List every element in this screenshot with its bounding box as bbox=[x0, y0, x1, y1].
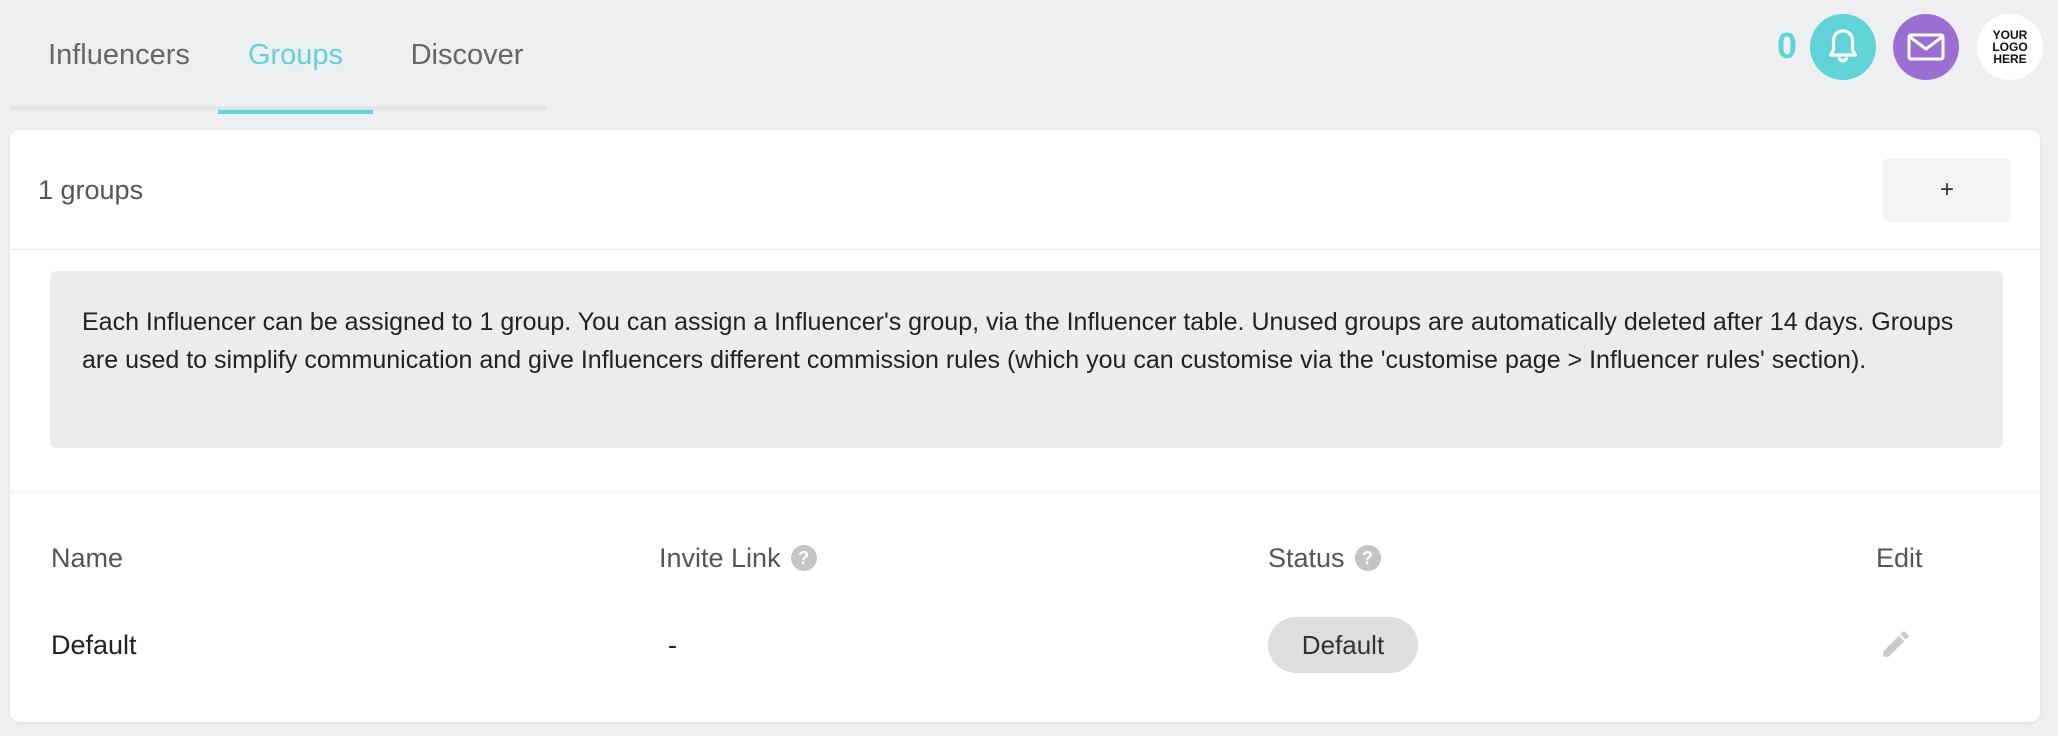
mail-icon bbox=[1907, 33, 1945, 61]
column-header-label: Status bbox=[1268, 542, 1345, 573]
tab-groups[interactable]: Groups bbox=[218, 0, 373, 114]
account-logo-button[interactable]: YOUR LOGO HERE bbox=[1977, 14, 2043, 80]
top-bar: Influencers Groups Discover 0 YOUR LOGO … bbox=[0, 0, 2058, 130]
tab-bar: Influencers Groups Discover bbox=[10, 0, 546, 114]
messages-button[interactable] bbox=[1893, 14, 1959, 80]
notifications-button[interactable] bbox=[1810, 14, 1876, 80]
column-header-invite-link: Invite Link ? bbox=[659, 533, 817, 583]
column-header-label: Edit bbox=[1876, 542, 1923, 573]
group-count-label: 1 groups bbox=[38, 174, 144, 205]
groups-card-header: 1 groups + bbox=[10, 130, 2040, 250]
add-group-button[interactable]: + bbox=[1883, 158, 2011, 222]
status-badge: Default bbox=[1268, 617, 1418, 673]
column-header-label: Invite Link bbox=[659, 542, 781, 573]
bell-icon bbox=[1828, 29, 1858, 63]
help-icon[interactable]: ? bbox=[1354, 545, 1381, 571]
groups-card: 1 groups + Each Influencer can be assign… bbox=[10, 130, 2040, 722]
group-name-cell: Default bbox=[51, 629, 137, 660]
column-header-name: Name bbox=[51, 533, 123, 583]
tab-influencers[interactable]: Influencers bbox=[10, 0, 228, 110]
groups-info-text: Each Influencer can be assigned to 1 gro… bbox=[50, 271, 2003, 448]
invite-link-cell: - bbox=[668, 629, 677, 660]
column-header-label: Name bbox=[51, 542, 124, 573]
logo-line: HERE bbox=[1993, 52, 2027, 66]
column-header-status: Status ? bbox=[1268, 533, 1381, 583]
notification-count: 0 bbox=[1776, 25, 1798, 66]
pencil-icon bbox=[1883, 631, 1909, 657]
help-icon[interactable]: ? bbox=[790, 545, 817, 571]
tab-discover[interactable]: Discover bbox=[388, 0, 546, 110]
edit-group-button[interactable] bbox=[1872, 620, 1920, 668]
table-divider bbox=[10, 490, 2040, 496]
column-header-edit: Edit bbox=[1876, 533, 1923, 583]
